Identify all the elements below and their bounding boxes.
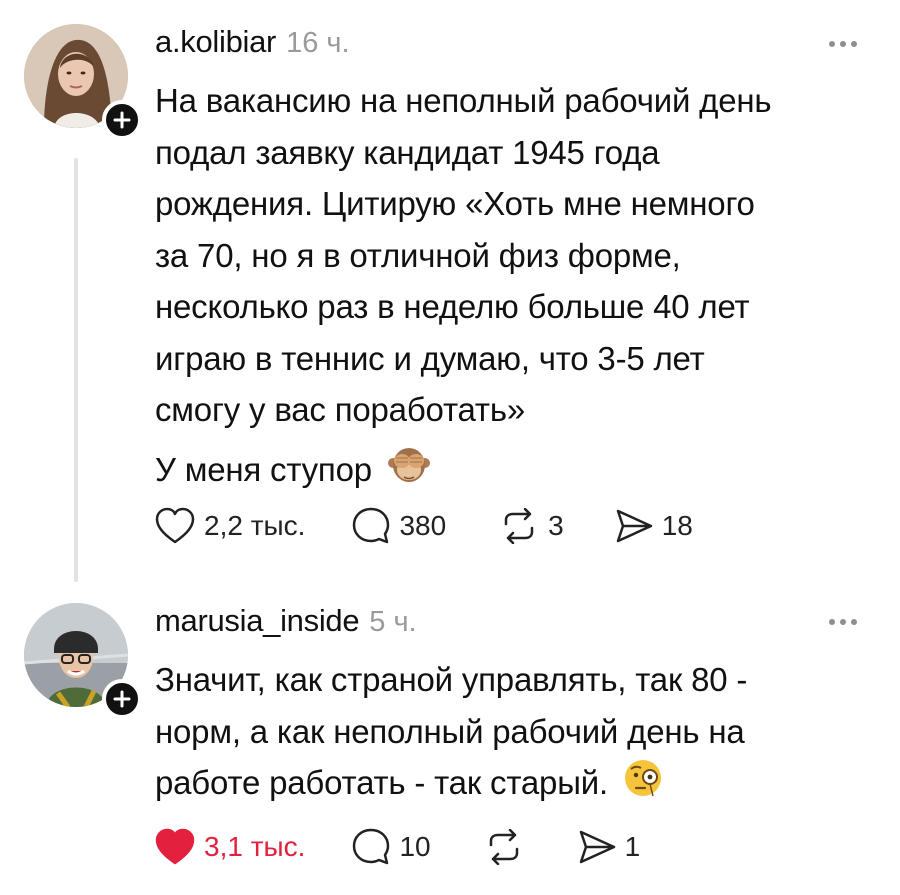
follow-button[interactable]: [102, 100, 142, 140]
more-options-icon[interactable]: [829, 619, 857, 625]
text-line: Значит, как страной управлять, так 80 -: [155, 661, 748, 698]
text-line-last: У меня ступор: [155, 444, 875, 500]
share-count: 18: [661, 510, 693, 541]
comment-button[interactable]: 380: [351, 506, 446, 546]
post-header: marusia_inside 5 ч.: [155, 603, 417, 639]
comment-button[interactable]: 10: [351, 827, 431, 867]
see-no-evil-monkey-emoji-icon: [387, 445, 431, 500]
text-line: На вакансию на неполный рабочий день: [155, 82, 772, 119]
send-icon: [616, 509, 652, 543]
like-count: 3,1 тыс.: [204, 831, 306, 862]
text-line: рождения. Цитирую «Хоть мне немного: [155, 185, 755, 222]
timestamp: 16 ч.: [286, 27, 350, 59]
repost-icon: [504, 508, 534, 544]
timestamp: 5 ч.: [369, 606, 417, 638]
post-actions: 2,2 тыс. 380 3 18: [154, 506, 693, 546]
heart-icon: [155, 507, 195, 544]
text-line: подал заявку кандидат 1945 года: [155, 133, 660, 171]
post-actions: 3,1 тыс. 10 1: [154, 827, 640, 867]
text-line: работе работать - так старый.: [155, 764, 608, 801]
comment-icon: [353, 507, 390, 544]
post-text: Значит, как страной управлять, так 80 - …: [155, 654, 875, 813]
text-line: У меня ступор: [155, 450, 372, 488]
repost-button[interactable]: 3: [498, 508, 564, 544]
avatar-a-kolibiar[interactable]: [24, 24, 142, 140]
text-line: смогу у вас поработать»: [155, 391, 525, 428]
heart-filled-icon: [155, 828, 195, 865]
plus-icon: [113, 111, 131, 129]
comment-count: 380: [399, 510, 447, 541]
comment-count: 10: [399, 831, 431, 862]
like-button[interactable]: 2,2 тыс.: [154, 507, 305, 545]
text-line: за 70, но я в отличной физ форме,: [155, 236, 681, 274]
text-line-last: работе работать - так старый.: [155, 757, 875, 813]
share-button[interactable]: 1: [577, 829, 641, 865]
repost-button[interactable]: [483, 829, 525, 865]
share-button[interactable]: 18: [614, 508, 693, 544]
face-with-monocle-emoji-icon: [623, 758, 663, 813]
repost-count: 3: [548, 510, 564, 541]
username[interactable]: a.kolibiar: [155, 24, 276, 60]
avatar-marusia-inside[interactable]: [24, 603, 142, 719]
like-button[interactable]: 3,1 тыс.: [154, 828, 305, 866]
username[interactable]: marusia_inside: [155, 603, 360, 639]
text-line: играю в теннис и думаю, что 3-5 лет: [155, 339, 705, 377]
text-line: несколько раз в неделю больше 40 лет: [155, 288, 750, 325]
repost-icon: [489, 829, 518, 865]
comment-icon: [353, 828, 390, 865]
like-count: 2,2 тыс.: [204, 510, 306, 541]
follow-button[interactable]: [102, 679, 142, 719]
thread-line: [74, 158, 78, 582]
share-count: 1: [624, 831, 641, 862]
post-text: На вакансию на неполный рабочий день под…: [155, 75, 875, 499]
more-options-icon[interactable]: [829, 41, 857, 47]
send-icon: [579, 830, 615, 864]
plus-icon: [113, 690, 131, 708]
post-header: a.kolibiar 16 ч.: [155, 24, 350, 60]
text-line: норм, а как неполный рабочий день на: [155, 712, 745, 750]
